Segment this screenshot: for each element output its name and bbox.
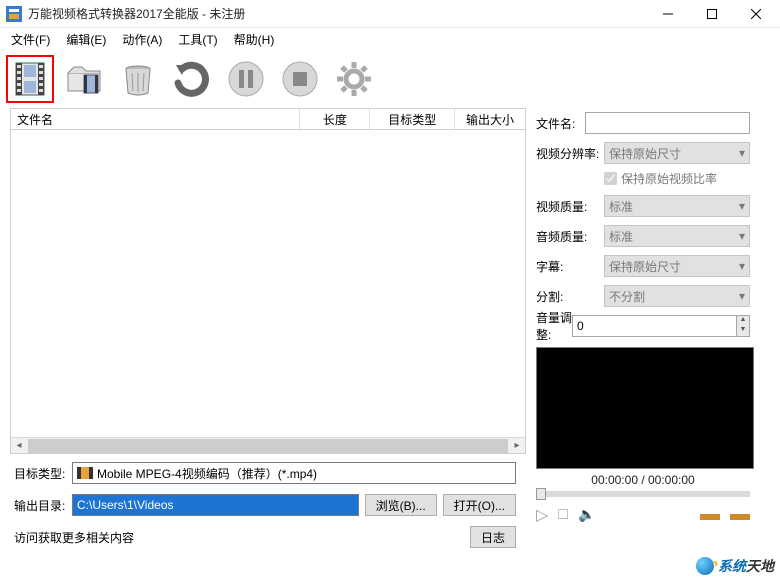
column-target[interactable]: 目标类型 <box>370 109 455 129</box>
audio-quality-label: 音频质量: <box>536 228 604 245</box>
delete-button[interactable] <box>114 55 162 103</box>
horizontal-scrollbar[interactable]: ◂ ▸ <box>11 437 525 453</box>
scroll-thumb[interactable] <box>28 439 508 453</box>
menu-tool[interactable]: 工具(T) <box>173 29 222 50</box>
scroll-left-icon[interactable]: ◂ <box>11 438 27 454</box>
split-label: 分割: <box>536 288 604 305</box>
resolution-select[interactable]: 保持原始尺寸 <box>604 142 750 164</box>
subtitle-label: 字幕: <box>536 258 604 275</box>
resolution-label: 视频分辨率: <box>536 145 604 162</box>
volume-up-icon[interactable]: ▲ <box>737 316 749 326</box>
subtitle-select[interactable]: 保持原始尺寸 <box>604 255 750 277</box>
add-file-button[interactable] <box>6 55 54 103</box>
file-list-body[interactable]: ◂ ▸ <box>10 130 526 454</box>
more-info-link[interactable]: 访问获取更多相关内容 <box>14 529 134 546</box>
globe-icon <box>696 557 714 575</box>
mark-out-icon[interactable]: ▬ <box>730 503 750 526</box>
output-dir-field[interactable]: C:\Users\1\Videos <box>72 494 359 516</box>
output-dir-label: 输出目录: <box>14 497 72 514</box>
pause-button[interactable] <box>222 55 270 103</box>
preview-stop-icon[interactable]: □ <box>558 506 568 524</box>
seek-knob[interactable] <box>536 488 546 500</box>
log-button[interactable]: 日志 <box>470 526 516 548</box>
speaker-icon[interactable]: 🔈 <box>578 506 595 523</box>
menu-file[interactable]: 文件(F) <box>6 29 55 50</box>
convert-button[interactable] <box>168 55 216 103</box>
menu-edit[interactable]: 编辑(E) <box>61 29 111 50</box>
column-size[interactable]: 输出大小 <box>455 109 525 129</box>
browse-button[interactable]: 浏览(B)... <box>365 494 437 516</box>
app-icon <box>6 6 22 22</box>
mark-in-icon[interactable]: ▬ <box>700 503 720 526</box>
column-filename[interactable]: 文件名 <box>11 109 300 129</box>
window-title: 万能视频格式转换器2017全能版 - 未注册 <box>28 5 646 22</box>
audio-quality-select[interactable]: 标准 <box>604 225 750 247</box>
menu-bar: 文件(F) 编辑(E) 动作(A) 工具(T) 帮助(H) <box>0 28 780 50</box>
scroll-right-icon[interactable]: ▸ <box>509 438 525 454</box>
video-quality-label: 视频质量: <box>536 198 604 215</box>
stop-button[interactable] <box>276 55 324 103</box>
settings-button[interactable] <box>330 55 378 103</box>
play-icon[interactable]: ▷ <box>536 505 548 525</box>
keep-ratio-label: 保持原始视频比率 <box>621 170 717 187</box>
minimize-button[interactable] <box>646 0 690 28</box>
maximize-button[interactable] <box>690 0 734 28</box>
open-button[interactable]: 打开(O)... <box>443 494 516 516</box>
format-icon <box>77 467 93 479</box>
target-type-value: Mobile MPEG-4视频编码（推荐）(*.mp4) <box>97 465 317 482</box>
keep-ratio-checkbox[interactable] <box>604 172 617 185</box>
menu-action[interactable]: 动作(A) <box>117 29 167 50</box>
volume-label: 音量调整: <box>536 309 572 343</box>
seek-bar[interactable] <box>536 491 750 497</box>
target-type-field[interactable]: Mobile MPEG-4视频编码（推荐）(*.mp4) <box>72 462 516 484</box>
filename-label: 文件名: <box>536 115 585 132</box>
split-select[interactable]: 不分割 <box>604 285 750 307</box>
preview-time: 00:00:00 / 00:00:00 <box>536 473 750 487</box>
watermark: 系统天地 <box>696 556 774 576</box>
filename-input[interactable] <box>585 112 750 134</box>
target-type-label: 目标类型: <box>14 465 72 482</box>
file-list-header: 文件名 长度 目标类型 输出大小 <box>10 108 526 130</box>
toolbar <box>0 50 780 108</box>
volume-input[interactable] <box>572 315 736 337</box>
column-length[interactable]: 长度 <box>300 109 370 129</box>
video-preview <box>536 347 754 469</box>
close-button[interactable] <box>734 0 778 28</box>
volume-down-icon[interactable]: ▼ <box>737 326 749 336</box>
add-folder-button[interactable] <box>60 55 108 103</box>
menu-help[interactable]: 帮助(H) <box>229 29 280 50</box>
video-quality-select[interactable]: 标准 <box>604 195 750 217</box>
